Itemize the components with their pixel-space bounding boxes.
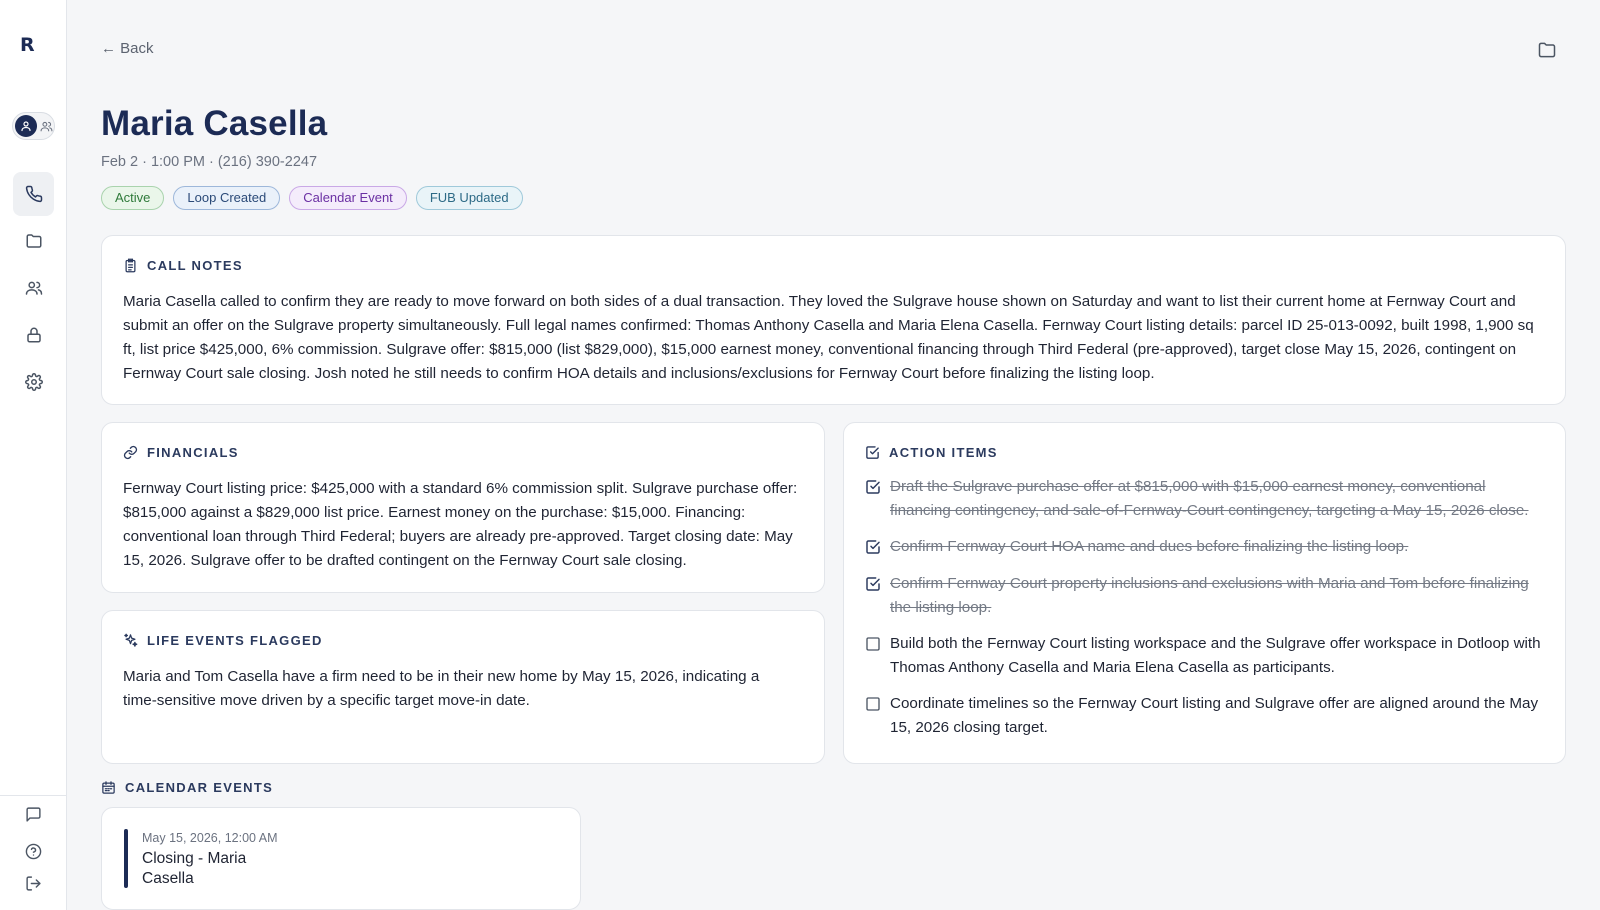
- nav-security[interactable]: [13, 313, 54, 357]
- calendar-events-heading: CALENDAR EVENTS: [125, 780, 274, 795]
- status-badges: Active Loop Created Calendar Event FUB U…: [101, 186, 523, 210]
- sidebar-divider: [0, 795, 67, 796]
- clipboard-icon: [123, 258, 138, 273]
- sidebar: R: [0, 0, 67, 910]
- page-title: Maria Casella: [101, 104, 328, 143]
- folder-icon: [1537, 40, 1557, 60]
- call-notes-heading: CALL NOTES: [147, 258, 243, 273]
- gear-icon: [24, 373, 43, 391]
- folder-icon: [25, 232, 43, 250]
- back-button[interactable]: ← Back: [101, 40, 154, 57]
- users-icon: [25, 279, 43, 297]
- open-folder-button[interactable]: [1537, 40, 1557, 60]
- action-item[interactable]: Confirm Fernway Court property inclusion…: [865, 572, 1547, 620]
- financials-header: FINANCIALS: [123, 445, 239, 460]
- action-item-text: Confirm Fernway Court property inclusion…: [890, 575, 1529, 616]
- event-date: May 15, 2026, 12:00 AM: [142, 831, 278, 845]
- view-mode-toggle[interactable]: [12, 112, 55, 140]
- action-items-header: ACTION ITEMS: [865, 445, 998, 460]
- status-badge: Calendar Event: [289, 186, 407, 210]
- call-meta: Feb 2 · 1:00 PM · (216) 390-2247: [101, 154, 318, 170]
- action-items-heading: ACTION ITEMS: [889, 445, 998, 460]
- nav-files[interactable]: [13, 219, 54, 263]
- status-badge: FUB Updated: [415, 186, 523, 210]
- action-item-text: Coordinate timelines so the Fernway Cour…: [890, 695, 1539, 736]
- nav-help[interactable]: [13, 834, 54, 868]
- nav-logout[interactable]: [13, 866, 54, 900]
- back-label: ← Back: [101, 40, 154, 57]
- calendar-icon: [101, 780, 116, 795]
- nav-settings[interactable]: [13, 360, 54, 404]
- action-item-text: Build both the Fernway Court listing wor…: [890, 635, 1541, 676]
- sparkle-icon: [123, 633, 138, 648]
- nav-calls[interactable]: [13, 172, 54, 216]
- checkbox-empty-icon[interactable]: [865, 696, 881, 740]
- status-badge: Loop Created: [173, 186, 281, 210]
- chat-icon: [25, 806, 42, 823]
- lock-icon: [25, 326, 43, 344]
- call-notes-text: Maria Casella called to confirm they are…: [123, 293, 1534, 382]
- help-icon: [25, 843, 42, 860]
- action-items-card: ACTION ITEMS Draft the Sulgrave purchase…: [843, 422, 1566, 764]
- status-badge: Active: [101, 186, 165, 210]
- link-icon: [123, 445, 138, 460]
- call-notes-card: CALL NOTES Maria Casella called to confi…: [101, 235, 1566, 405]
- logout-icon: [25, 875, 42, 892]
- life-events-header: LIFE EVENTS FLAGGED: [123, 633, 323, 648]
- app-logo: R: [20, 34, 35, 56]
- action-item-text: Confirm Fernway Court HOA name and dues …: [890, 538, 1409, 555]
- checkbox-empty-icon[interactable]: [865, 636, 881, 680]
- action-item-text: Draft the Sulgrave purchase offer at $81…: [890, 478, 1529, 519]
- financials-heading: FINANCIALS: [147, 445, 239, 460]
- action-items-list: Draft the Sulgrave purchase offer at $81…: [865, 475, 1547, 752]
- action-item[interactable]: Draft the Sulgrave purchase offer at $81…: [865, 475, 1547, 523]
- nav-feedback[interactable]: [13, 797, 54, 831]
- checkbox-checked-icon[interactable]: [865, 539, 881, 560]
- calendar-event-card[interactable]: May 15, 2026, 12:00 AM Closing - Maria C…: [101, 807, 581, 910]
- action-item[interactable]: Build both the Fernway Court listing wor…: [865, 632, 1547, 680]
- financials-card: FINANCIALS Fernway Court listing price: …: [101, 422, 825, 593]
- life-events-heading: LIFE EVENTS FLAGGED: [147, 633, 323, 648]
- life-events-text: Maria and Tom Casella have a firm need t…: [123, 668, 760, 709]
- event-title: Closing - Maria Casella: [142, 850, 247, 887]
- financials-text: Fernway Court listing price: $425,000 wi…: [123, 480, 798, 569]
- checkbox-checked-icon: [865, 445, 880, 460]
- call-notes-header: CALL NOTES: [123, 258, 243, 273]
- action-item[interactable]: Confirm Fernway Court HOA name and dues …: [865, 535, 1547, 560]
- nav-contacts[interactable]: [13, 266, 54, 310]
- single-user-icon[interactable]: [15, 115, 37, 137]
- team-users-icon[interactable]: [37, 117, 55, 135]
- checkbox-checked-icon[interactable]: [865, 479, 881, 523]
- checkbox-checked-icon[interactable]: [865, 576, 881, 620]
- calendar-events-header: CALENDAR EVENTS: [101, 780, 273, 795]
- phone-icon: [25, 185, 43, 203]
- action-item[interactable]: Coordinate timelines so the Fernway Cour…: [865, 692, 1547, 740]
- life-events-card: LIFE EVENTS FLAGGED Maria and Tom Casell…: [101, 610, 825, 764]
- event-accent-bar: [124, 829, 128, 888]
